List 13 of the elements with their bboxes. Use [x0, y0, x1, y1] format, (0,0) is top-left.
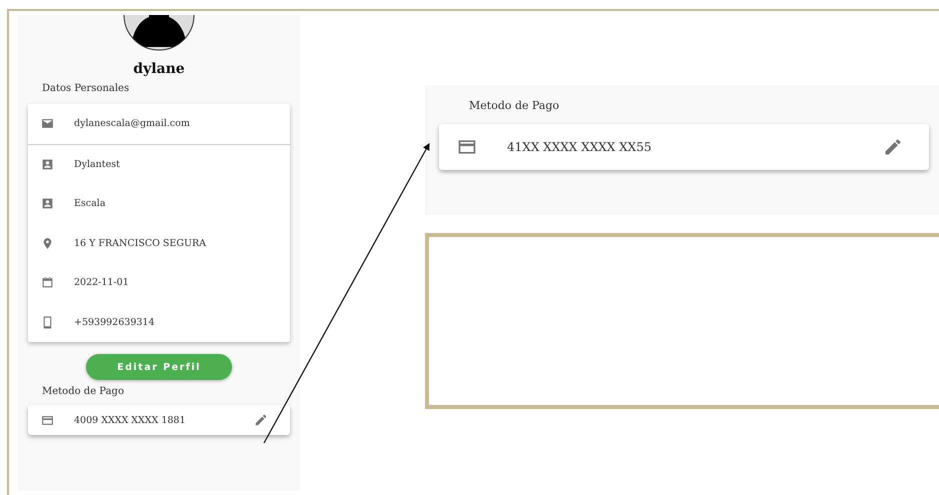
field-value: 16 Y FRANCISCO SEGURA [74, 238, 206, 249]
edit-profile-button[interactable]: Editar Perfil [86, 354, 232, 380]
card-number: 4009 XXXX XXXX 1881 [74, 414, 187, 426]
field-value: 2022-11-01 [74, 277, 129, 288]
field-value: +593992639314 [74, 316, 154, 328]
user-name: dylane [132, 61, 186, 77]
section-title: Datos Personales [42, 83, 130, 94]
section-title: Metodo de Pago [469, 99, 560, 112]
field-value: Dylantest [74, 158, 120, 170]
card-number: 41XX XXXX XXXX XX55 [507, 140, 652, 154]
field-value: dylanescala@gmail.com [74, 118, 190, 130]
section-title: Metodo de Pago [42, 386, 125, 397]
field-value: Escala [74, 198, 106, 210]
